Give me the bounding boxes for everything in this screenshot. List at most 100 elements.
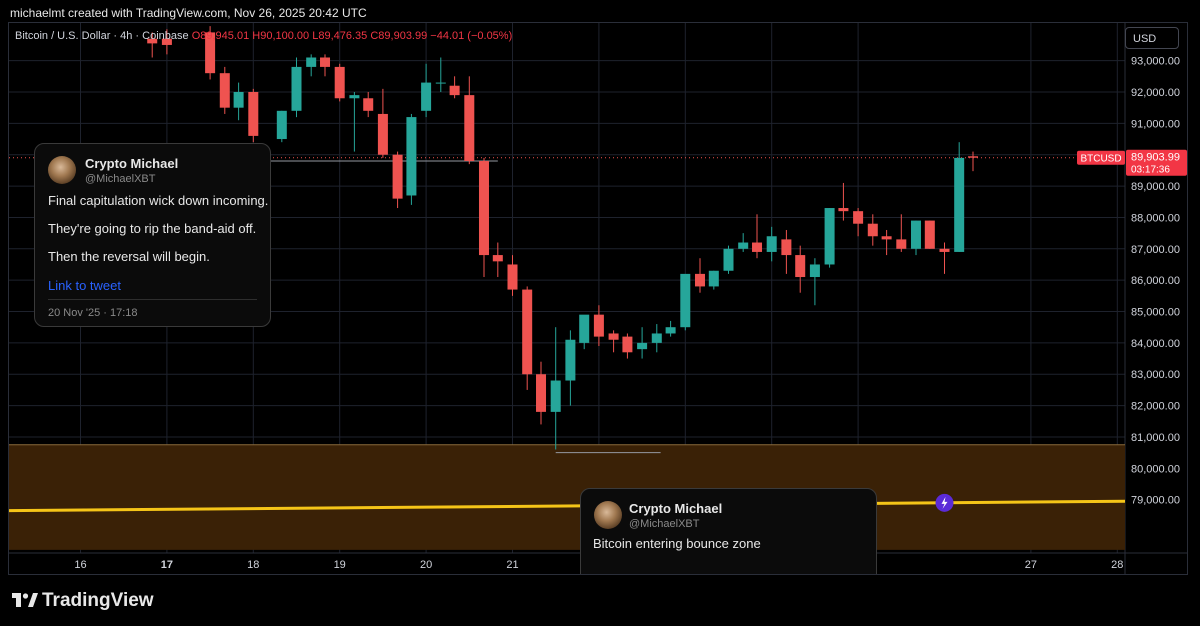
tweet-line-3: Then the reversal will begin. bbox=[48, 249, 210, 264]
chart-credit: michaelmt created with TradingView.com, … bbox=[10, 6, 367, 20]
tweet-divider bbox=[48, 299, 257, 300]
candle-body bbox=[809, 264, 820, 278]
y-tick-label: 88,000.00 bbox=[1131, 212, 1180, 224]
tweet-text: Bitcoin entering bounce zone bbox=[593, 536, 761, 551]
candle-body bbox=[449, 85, 460, 96]
candle-body bbox=[406, 117, 417, 196]
ohlc-open: O89,945.01 bbox=[191, 30, 250, 42]
candle-body bbox=[421, 82, 432, 111]
tweet-date: 20 Nov '25 · 17:18 bbox=[48, 307, 138, 319]
tweet-card-top[interactable]: Crypto Michael @MichaelXBT Final capitul… bbox=[34, 143, 271, 327]
candle-body bbox=[579, 314, 590, 343]
candle-body bbox=[522, 289, 533, 375]
candle-body bbox=[622, 336, 633, 353]
candle-body bbox=[435, 82, 446, 84]
candle-body bbox=[910, 220, 921, 249]
x-tick-label: 20 bbox=[420, 559, 432, 571]
tweet-link[interactable]: Link to tweet bbox=[48, 278, 121, 293]
candle-body bbox=[708, 270, 719, 287]
candle-body bbox=[766, 236, 777, 252]
candle-body bbox=[219, 73, 230, 108]
candle-body bbox=[881, 236, 892, 240]
candle-body bbox=[694, 273, 705, 287]
symbol-price-tag-label: BTCUSD bbox=[1080, 154, 1121, 165]
x-tick-label: 18 bbox=[247, 559, 259, 571]
avatar bbox=[48, 156, 76, 184]
candle-body bbox=[536, 374, 547, 412]
y-tick-label: 92,000.00 bbox=[1131, 87, 1180, 99]
ohlc-change: −44.01 (−0.05%) bbox=[430, 30, 513, 42]
currency-button[interactable]: USD bbox=[1125, 27, 1179, 49]
candle-body bbox=[464, 95, 475, 161]
candle-body bbox=[363, 98, 374, 111]
tweet-line-1: Final capitulation wick down incoming. bbox=[48, 193, 269, 208]
candle-body bbox=[507, 264, 518, 290]
candle-body bbox=[349, 95, 360, 99]
candle-body bbox=[896, 239, 907, 249]
ohlc-low: L89,476.35 bbox=[312, 30, 368, 42]
candle-body bbox=[651, 333, 662, 343]
y-tick-label: 93,000.00 bbox=[1131, 56, 1180, 68]
candle-body bbox=[565, 339, 576, 381]
tradingview-logo-text: TradingView bbox=[42, 590, 154, 611]
candle-body bbox=[954, 157, 965, 252]
candle-body bbox=[392, 154, 403, 199]
candle-body bbox=[478, 160, 489, 256]
candle-body bbox=[824, 208, 835, 265]
ohlc-close: C89,903.99 bbox=[370, 30, 428, 42]
y-tick-label: 86,000.00 bbox=[1131, 275, 1180, 287]
candle-body bbox=[306, 57, 317, 67]
candle-body bbox=[924, 220, 935, 249]
tweet-author-name: Crypto Michael bbox=[85, 156, 179, 171]
y-tick-label: 81,000.00 bbox=[1131, 432, 1180, 444]
symbol-legend: Bitcoin / U.S. Dollar · 4h · Coinbase O8… bbox=[15, 30, 512, 42]
support-zone bbox=[9, 444, 1125, 550]
tweet-line-2: They're going to rip the band-aid off. bbox=[48, 221, 257, 236]
y-tick-label: 83,000.00 bbox=[1131, 369, 1180, 381]
chart-frame[interactable]: 93,000.0092,000.0091,000.0090,000.0089,0… bbox=[8, 22, 1188, 575]
candle-body bbox=[248, 91, 259, 136]
y-tick-label: 91,000.00 bbox=[1131, 118, 1180, 130]
tradingview-logo-icon bbox=[12, 592, 38, 614]
x-tick-label: 17 bbox=[161, 559, 173, 571]
candle-body bbox=[637, 342, 648, 350]
current-price-value: 89,903.99 bbox=[1131, 152, 1180, 164]
tweet-author-name: Crypto Michael bbox=[629, 501, 723, 516]
x-tick-label: 19 bbox=[334, 559, 346, 571]
x-tick-label: 16 bbox=[74, 559, 86, 571]
y-tick-label: 84,000.00 bbox=[1131, 338, 1180, 350]
tweet-author-handle: @MichaelXBT bbox=[85, 173, 156, 185]
candle-body bbox=[550, 380, 561, 412]
candle-body bbox=[291, 66, 302, 111]
avatar bbox=[594, 501, 622, 529]
candle-body bbox=[680, 273, 691, 328]
x-tick-label: 28 bbox=[1111, 559, 1123, 571]
candle-body bbox=[723, 248, 734, 271]
y-tick-label: 82,000.00 bbox=[1131, 401, 1180, 413]
candle-body bbox=[795, 255, 806, 278]
candle-body bbox=[492, 255, 503, 262]
candle-body bbox=[738, 242, 749, 249]
x-tick-label: 21 bbox=[506, 559, 518, 571]
candle-body bbox=[781, 239, 792, 256]
candle-body bbox=[233, 91, 244, 108]
x-tick-label: 27 bbox=[1025, 559, 1037, 571]
candle-body bbox=[838, 208, 849, 212]
ohlc-high: H90,100.00 bbox=[252, 30, 310, 42]
y-tick-label: 79,000.00 bbox=[1131, 495, 1180, 507]
tweet-author-handle: @MichaelXBT bbox=[629, 518, 700, 530]
candle-body bbox=[320, 57, 331, 67]
y-tick-label: 87,000.00 bbox=[1131, 244, 1180, 256]
candle-body bbox=[867, 223, 878, 237]
candle-body bbox=[334, 66, 345, 99]
candle-body bbox=[968, 156, 979, 158]
y-tick-label: 80,000.00 bbox=[1131, 463, 1180, 475]
candle-body bbox=[608, 333, 619, 340]
candle-body bbox=[853, 211, 864, 224]
tradingview-logo[interactable]: TradingView bbox=[12, 590, 154, 614]
tweet-card-bottom[interactable]: Crypto Michael @MichaelXBT Bitcoin enter… bbox=[580, 488, 877, 574]
candle-body bbox=[752, 242, 763, 252]
candle-body bbox=[276, 110, 287, 140]
candle-body bbox=[593, 314, 604, 337]
y-tick-label: 89,000.00 bbox=[1131, 181, 1180, 193]
